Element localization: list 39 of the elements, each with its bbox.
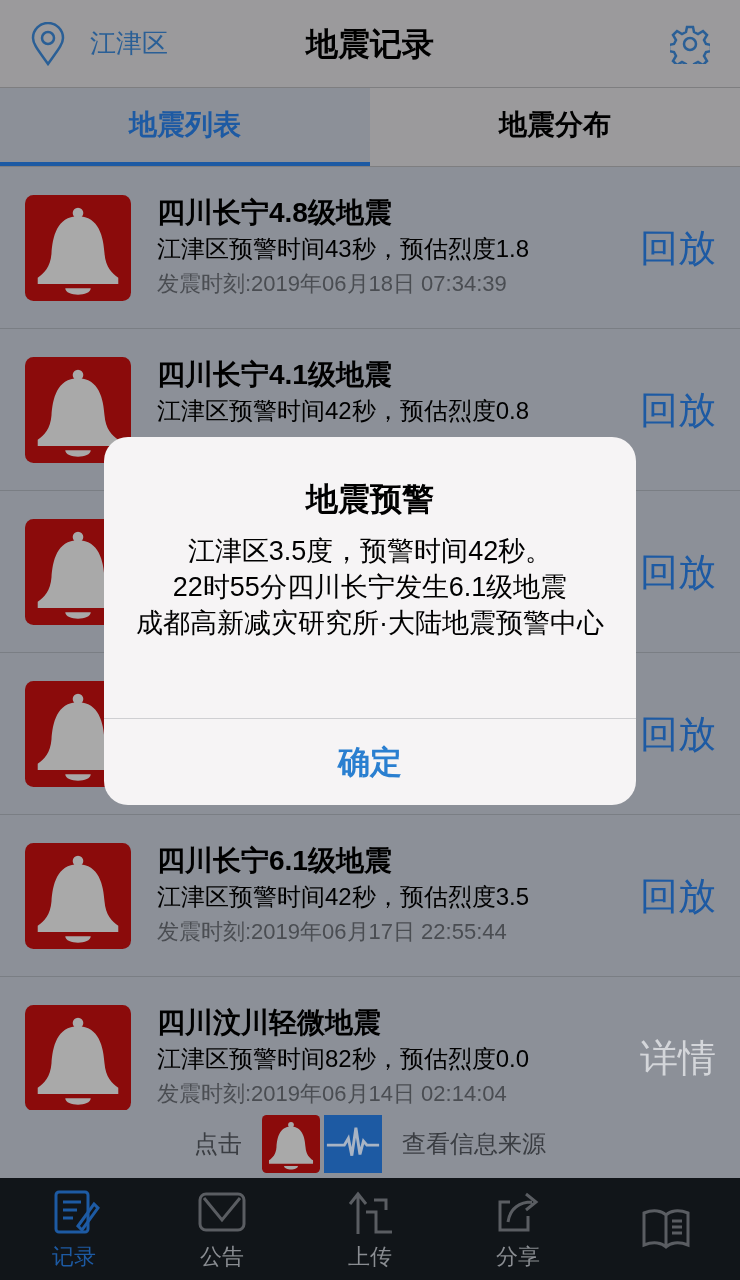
earthquake-title: 四川长宁4.1级地震 [157, 358, 393, 392]
bell-icon [25, 195, 131, 301]
alert-title: 地震预警 [306, 480, 434, 519]
hint-text: 点击 [194, 1129, 242, 1159]
tab-bar-item[interactable]: 公告 [148, 1178, 296, 1280]
page-title: 地震记录 [306, 24, 434, 64]
location-link[interactable]: 江津区 [90, 24, 168, 63]
warning-text: 江津区预警时间42秒，预估烈度3.5 [157, 882, 531, 912]
earthquake-title: 四川汶川轻微地震 [157, 1006, 382, 1040]
warning-text: 江津区预警时间42秒，预估烈度0.8 [157, 396, 531, 426]
warning-text: 江津区预警时间43秒，预估烈度1.8 [157, 234, 531, 264]
bell-icon [25, 1005, 131, 1110]
tab-bar-item[interactable]: 记录 [0, 1178, 148, 1280]
tab[interactable]: 地震分布 [370, 88, 740, 166]
tab-bar-item[interactable]: 上传 [296, 1178, 444, 1280]
tab-bar-item[interactable]: 分享 [444, 1178, 592, 1280]
replay-button[interactable]: 回放 [640, 382, 716, 439]
bell-icon [25, 843, 131, 949]
replay-button[interactable]: 回放 [640, 220, 716, 277]
warning-text: 江津区预警时间82秒，预估烈度0.0 [157, 1044, 531, 1074]
location-pin-icon[interactable] [30, 21, 66, 66]
quake-time: 发震时刻:2019年06月17日 22:55:44 [157, 918, 508, 946]
earthquake-title: 四川长宁6.1级地震 [157, 844, 393, 878]
settings-icon[interactable] [670, 23, 710, 64]
alert-message: 22时55分四川长宁发生6.1级地震 [172, 571, 568, 604]
replay-button[interactable]: 回放 [640, 544, 716, 601]
bell-icon [262, 1115, 320, 1173]
hint-text: 查看信息来源 [402, 1129, 546, 1159]
earthquake-title: 四川长宁4.8级地震 [157, 196, 393, 230]
details-button[interactable]: 详情 [640, 1030, 716, 1087]
replay-button[interactable]: 回放 [640, 706, 716, 763]
alert-message: 成都高新减灾研究所·大陆地震预警中心 [136, 607, 604, 640]
quake-time: 发震时刻:2019年06月18日 07:34:39 [157, 270, 508, 298]
confirm-button[interactable]: 确定 [338, 738, 402, 786]
quake-time: 发震时刻:2019年06月14日 02:14:04 [157, 1080, 508, 1108]
alert-message: 江津区3.5度，预警时间42秒。 [187, 535, 553, 568]
bell-icon [25, 357, 131, 463]
seismograph-icon [324, 1115, 382, 1173]
replay-button[interactable]: 回放 [640, 868, 716, 925]
